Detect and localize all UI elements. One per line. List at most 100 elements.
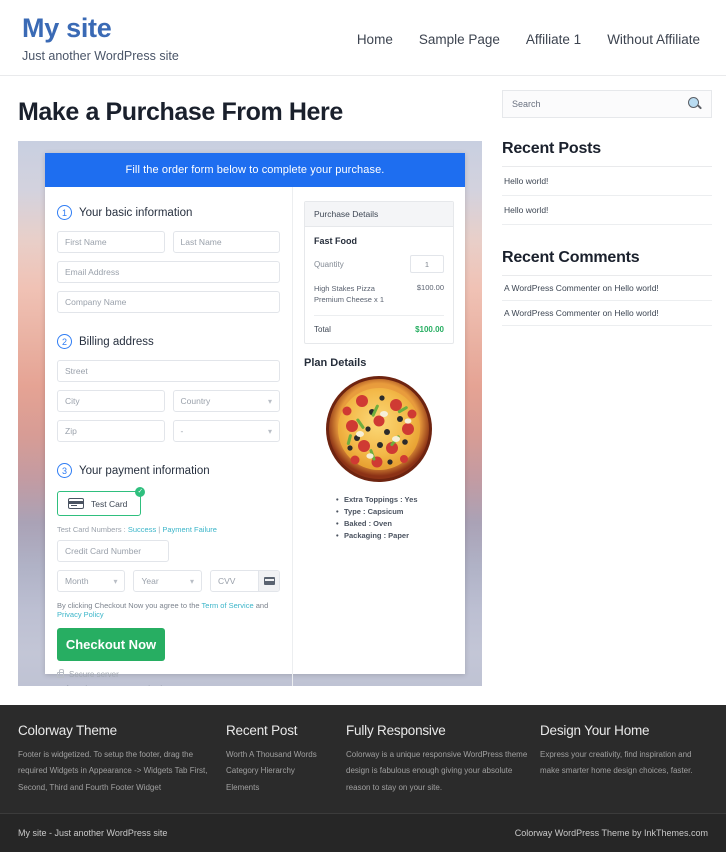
step-2-header: 2 Billing address	[57, 334, 280, 349]
lock-icon	[57, 669, 64, 678]
footer-column-recent-post: Recent Post Worth A Thousand Words Categ…	[226, 723, 334, 797]
list-item[interactable]: Elements	[226, 780, 334, 797]
search-widget[interactable]: Search	[502, 90, 712, 118]
chevron-down-icon: ▾	[267, 426, 272, 436]
step-3-label: Your payment information	[79, 464, 210, 477]
main-content: Make a Purchase From Here Fill the order…	[18, 76, 482, 686]
card-back-icon	[263, 577, 275, 585]
site-title[interactable]: My site	[22, 13, 179, 44]
footer-column-text: Colorway is a unique responsive WordPres…	[346, 749, 528, 793]
expiry-month-select[interactable]: Month ▾	[57, 570, 126, 592]
credit-card-icon	[68, 498, 84, 509]
list-item[interactable]: A WordPress Commenter on Hello world!	[502, 276, 712, 301]
site-header: My site Just another WordPress site Home…	[0, 0, 726, 76]
recent-posts-title: Recent Posts	[502, 140, 712, 167]
test-card-tab-label: Test Card	[91, 498, 128, 509]
plan-feature-item: Type : Capsicum	[336, 506, 454, 518]
recent-comments-title: Recent Comments	[502, 249, 712, 276]
sidebar: Search Recent Posts Hello world! Hello w…	[502, 76, 712, 350]
quantity-label: Quantity	[314, 259, 344, 269]
step-2-label: Billing address	[79, 335, 154, 348]
cvv-input[interactable]: CVV	[211, 576, 258, 586]
search-icon[interactable]	[688, 97, 702, 111]
nav-item-without-affiliate[interactable]: Without Affiliate	[607, 32, 700, 47]
list-item[interactable]: A WordPress Commenter on Hello world!	[502, 301, 712, 326]
privacy-policy-link[interactable]: Privacy Policy	[57, 610, 104, 619]
list-item[interactable]: Category Hierarchy	[226, 763, 334, 780]
expiry-year-select[interactable]: Year ▾	[133, 570, 202, 592]
footer-bottom-bar: My site - Just another WordPress site Co…	[0, 814, 726, 852]
primary-navigation: Home Sample Page Affiliate 1 Without Aff…	[357, 14, 704, 47]
nav-item-affiliate-1[interactable]: Affiliate 1	[526, 32, 581, 47]
checkout-card: Fill the order form below to complete yo…	[45, 153, 465, 686]
list-item[interactable]: Hello world!	[502, 196, 712, 225]
safe-checkout-note: Safe and secure payment checkout.	[57, 684, 280, 686]
quantity-input[interactable]: 1	[410, 255, 444, 273]
credit-card-number-input[interactable]: Credit Card Number	[57, 540, 169, 562]
test-card-tab[interactable]: Test Card ✓	[57, 487, 146, 516]
pizza-photo-icon	[326, 375, 432, 482]
city-country-row: City Country ▾	[57, 390, 280, 412]
name-field-row: First Name Last Name	[57, 231, 280, 253]
test-card-success-link[interactable]: Success	[128, 525, 156, 534]
company-name-input[interactable]: Company Name	[57, 291, 280, 313]
first-name-input[interactable]: First Name	[57, 231, 165, 253]
footer-column-title: Recent Post	[226, 722, 298, 738]
site-tagline: Just another WordPress site	[22, 48, 179, 63]
site-branding[interactable]: My site Just another WordPress site	[22, 13, 179, 63]
purchase-details-column: Purchase Details Fast Food Quantity 1 Hi…	[293, 187, 465, 686]
plan-details-title: Plan Details	[304, 356, 367, 369]
line-item-row: High Stakes Pizza Premium Cheese x 1 $10…	[314, 283, 444, 316]
expiry-month-value: Month	[65, 576, 89, 586]
terms-prefix: By clicking Checkout Now you agree to th…	[57, 601, 202, 610]
footer-column-title: Fully Responsive	[346, 722, 446, 738]
chevron-down-icon: ▾	[189, 576, 194, 586]
chevron-down-icon: ▾	[113, 576, 118, 586]
footer-column-title: Colorway Theme	[18, 722, 117, 738]
zip-state-row: Zip - ▾	[57, 420, 280, 442]
check-circle-icon: ✓	[135, 487, 146, 497]
city-input[interactable]: City	[57, 390, 165, 412]
cvv-help-button[interactable]	[258, 571, 279, 591]
state-select-value: -	[180, 426, 184, 436]
email-input[interactable]: Email Address	[57, 261, 280, 283]
list-item[interactable]: Hello world!	[502, 167, 712, 196]
footer-column-text: Footer is widgetized. To setup the foote…	[18, 749, 208, 793]
recent-posts-list: Hello world! Hello world!	[502, 167, 712, 225]
last-name-input[interactable]: Last Name	[172, 231, 280, 253]
footer-theme-credit[interactable]: Colorway WordPress Theme by InkThemes.co…	[515, 828, 708, 838]
step-2-number: 2	[57, 334, 72, 349]
checkout-now-button[interactable]: Checkout Now	[57, 628, 165, 661]
step-3-number: 3	[57, 463, 72, 478]
country-select[interactable]: Country ▾	[172, 390, 280, 412]
order-banner: Fill the order form below to complete yo…	[45, 153, 465, 187]
search-input[interactable]: Search	[512, 99, 541, 109]
recent-comments-list: A WordPress Commenter on Hello world! A …	[502, 276, 712, 326]
company-field-row: Company Name	[57, 291, 280, 313]
nav-item-sample-page[interactable]: Sample Page	[419, 32, 500, 47]
footer-column-fully-responsive: Fully Responsive Colorway is a unique re…	[346, 723, 528, 797]
street-input[interactable]: Street	[57, 360, 280, 382]
expiry-cvv-row: Month ▾ Year ▾ CVV	[57, 570, 280, 592]
plan-image-wrapper	[304, 374, 454, 484]
terms-notice: By clicking Checkout Now you agree to th…	[57, 601, 280, 619]
total-label: Total	[314, 324, 331, 334]
purchase-details-title: Purchase Details	[305, 202, 453, 227]
list-item[interactable]: Worth A Thousand Words	[226, 747, 334, 764]
footer-widgets: Colorway Theme Footer is widgetized. To …	[0, 705, 726, 814]
nav-item-home[interactable]: Home	[357, 32, 393, 47]
purchase-details-body: Fast Food Quantity 1 High Stakes Pizza P…	[305, 227, 453, 343]
email-field-row: Email Address	[57, 261, 280, 283]
zip-input[interactable]: Zip	[57, 420, 165, 442]
state-select[interactable]: - ▾	[172, 420, 280, 442]
footer-site-credit: My site - Just another WordPress site	[18, 828, 168, 838]
term-of-service-link[interactable]: Term of Service	[202, 601, 254, 610]
street-field-row: Street	[57, 360, 280, 382]
checkout-card-body: 1 Your basic information First Name Last…	[45, 187, 465, 686]
step-3-header: 3 Your payment information	[57, 463, 280, 478]
site-footer: Colorway Theme Footer is widgetized. To …	[0, 704, 726, 852]
quantity-row: Quantity 1	[314, 255, 444, 273]
page-title: Make a Purchase From Here	[18, 98, 343, 126]
test-card-failure-link[interactable]: Payment Failure	[162, 525, 217, 534]
footer-column-title: Design Your Home	[540, 722, 650, 738]
